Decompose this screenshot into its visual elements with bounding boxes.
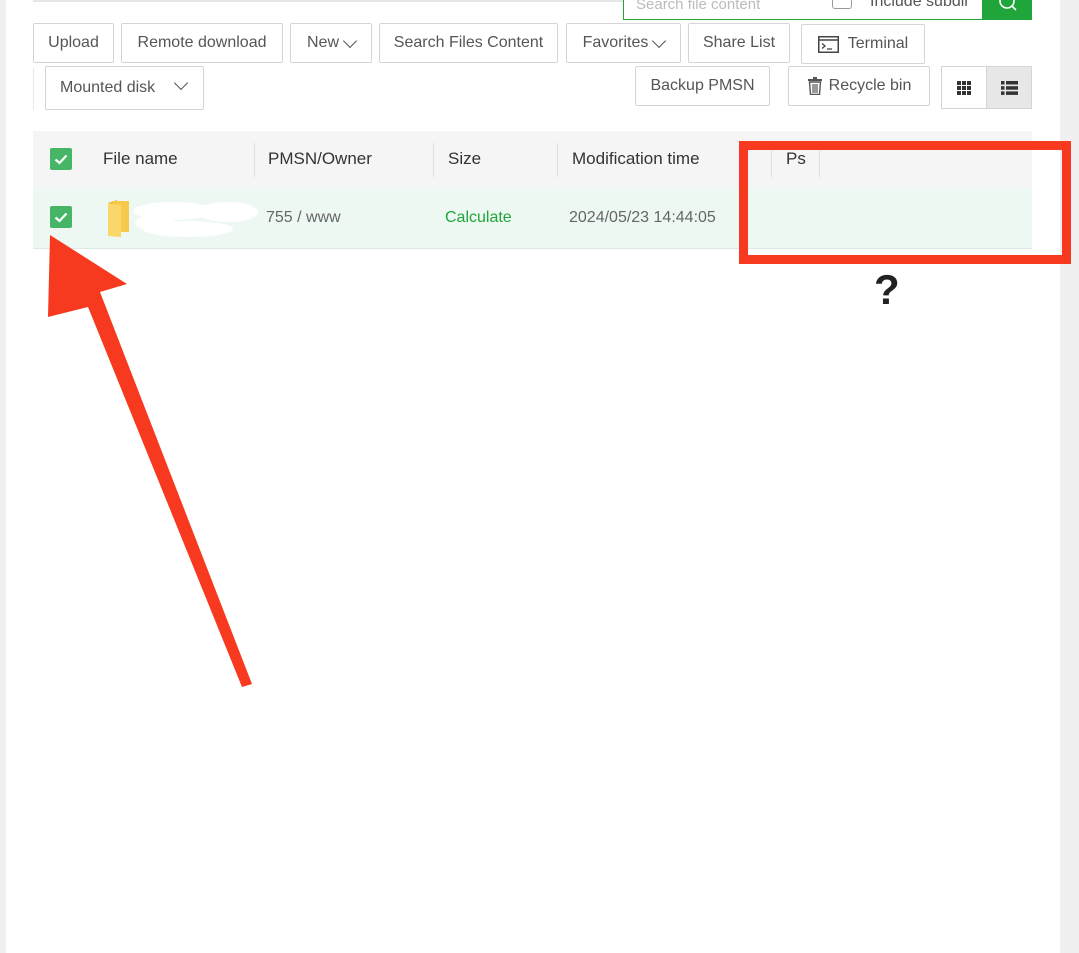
view-toggle (941, 66, 1032, 109)
chevron-down-icon (652, 33, 667, 48)
top-divider (33, 0, 623, 2)
search-button[interactable] (983, 0, 1032, 20)
favorites-dropdown-button[interactable]: Favorites (566, 23, 681, 63)
annotation-highlight-box (739, 141, 1071, 264)
terminal-label: Terminal (847, 35, 909, 52)
column-header-file-name[interactable]: File name (103, 131, 178, 187)
new-label: New (306, 34, 339, 51)
share-list-label: Share List (702, 34, 776, 51)
column-divider (254, 143, 255, 177)
modification-time-cell: 2024/05/23 14:44:05 (569, 208, 716, 226)
redacted-file-name (133, 202, 258, 237)
terminal-button[interactable]: Terminal (801, 24, 925, 64)
list-view-button[interactable] (986, 66, 1032, 109)
recycle-bin-button[interactable]: Recycle bin (788, 66, 930, 106)
chevron-down-icon (173, 75, 189, 91)
search-box: Include subdir (623, 0, 983, 20)
share-list-button[interactable]: Share List (688, 23, 790, 63)
search-files-content-button[interactable]: Search Files Content (379, 23, 558, 63)
row-checkbox[interactable] (50, 206, 72, 228)
folder-icon (108, 200, 129, 237)
select-all-checkbox[interactable] (50, 148, 72, 170)
upload-label: Upload (48, 34, 99, 51)
mounted-disk-select[interactable]: Mounted disk (45, 66, 204, 110)
include-subdir-label: Include subdir (870, 0, 970, 10)
backup-label: Backup PMSN (650, 77, 755, 94)
remote-download-button[interactable]: Remote download (121, 23, 283, 63)
search-icon (998, 0, 1017, 11)
favorites-label: Favorites (582, 34, 649, 51)
search-input[interactable] (634, 0, 818, 15)
calculate-size-link[interactable]: Calculate (445, 187, 512, 248)
backup-button[interactable]: Backup PMSN (635, 66, 770, 106)
remote-download-label: Remote download (137, 34, 267, 51)
grid-icon (957, 80, 971, 95)
checkmark-icon (54, 212, 68, 223)
include-subdir-checkbox[interactable] (832, 0, 852, 9)
terminal-icon (817, 35, 839, 53)
column-divider (433, 143, 434, 177)
column-header-owner[interactable]: PMSN/Owner (268, 131, 372, 187)
list-icon (1000, 80, 1018, 95)
toolbar-divider (33, 68, 34, 110)
mounted-disk-value: Mounted disk (60, 79, 156, 96)
column-header-size[interactable]: Size (448, 131, 481, 187)
chevron-down-icon (342, 33, 358, 48)
annotation-question-mark: ? (874, 266, 900, 313)
column-header-modification-time[interactable]: Modification time (572, 131, 700, 187)
recycle-bin-label: Recycle bin (828, 77, 912, 94)
grid-view-button[interactable] (941, 66, 987, 109)
checkmark-icon (54, 154, 68, 165)
column-divider (557, 143, 558, 177)
search-files-content-label: Search Files Content (393, 34, 544, 51)
upload-button[interactable]: Upload (33, 23, 114, 63)
new-dropdown-button[interactable]: New (290, 23, 372, 63)
trash-icon (807, 77, 822, 95)
owner-cell: 755 / www (266, 208, 341, 226)
